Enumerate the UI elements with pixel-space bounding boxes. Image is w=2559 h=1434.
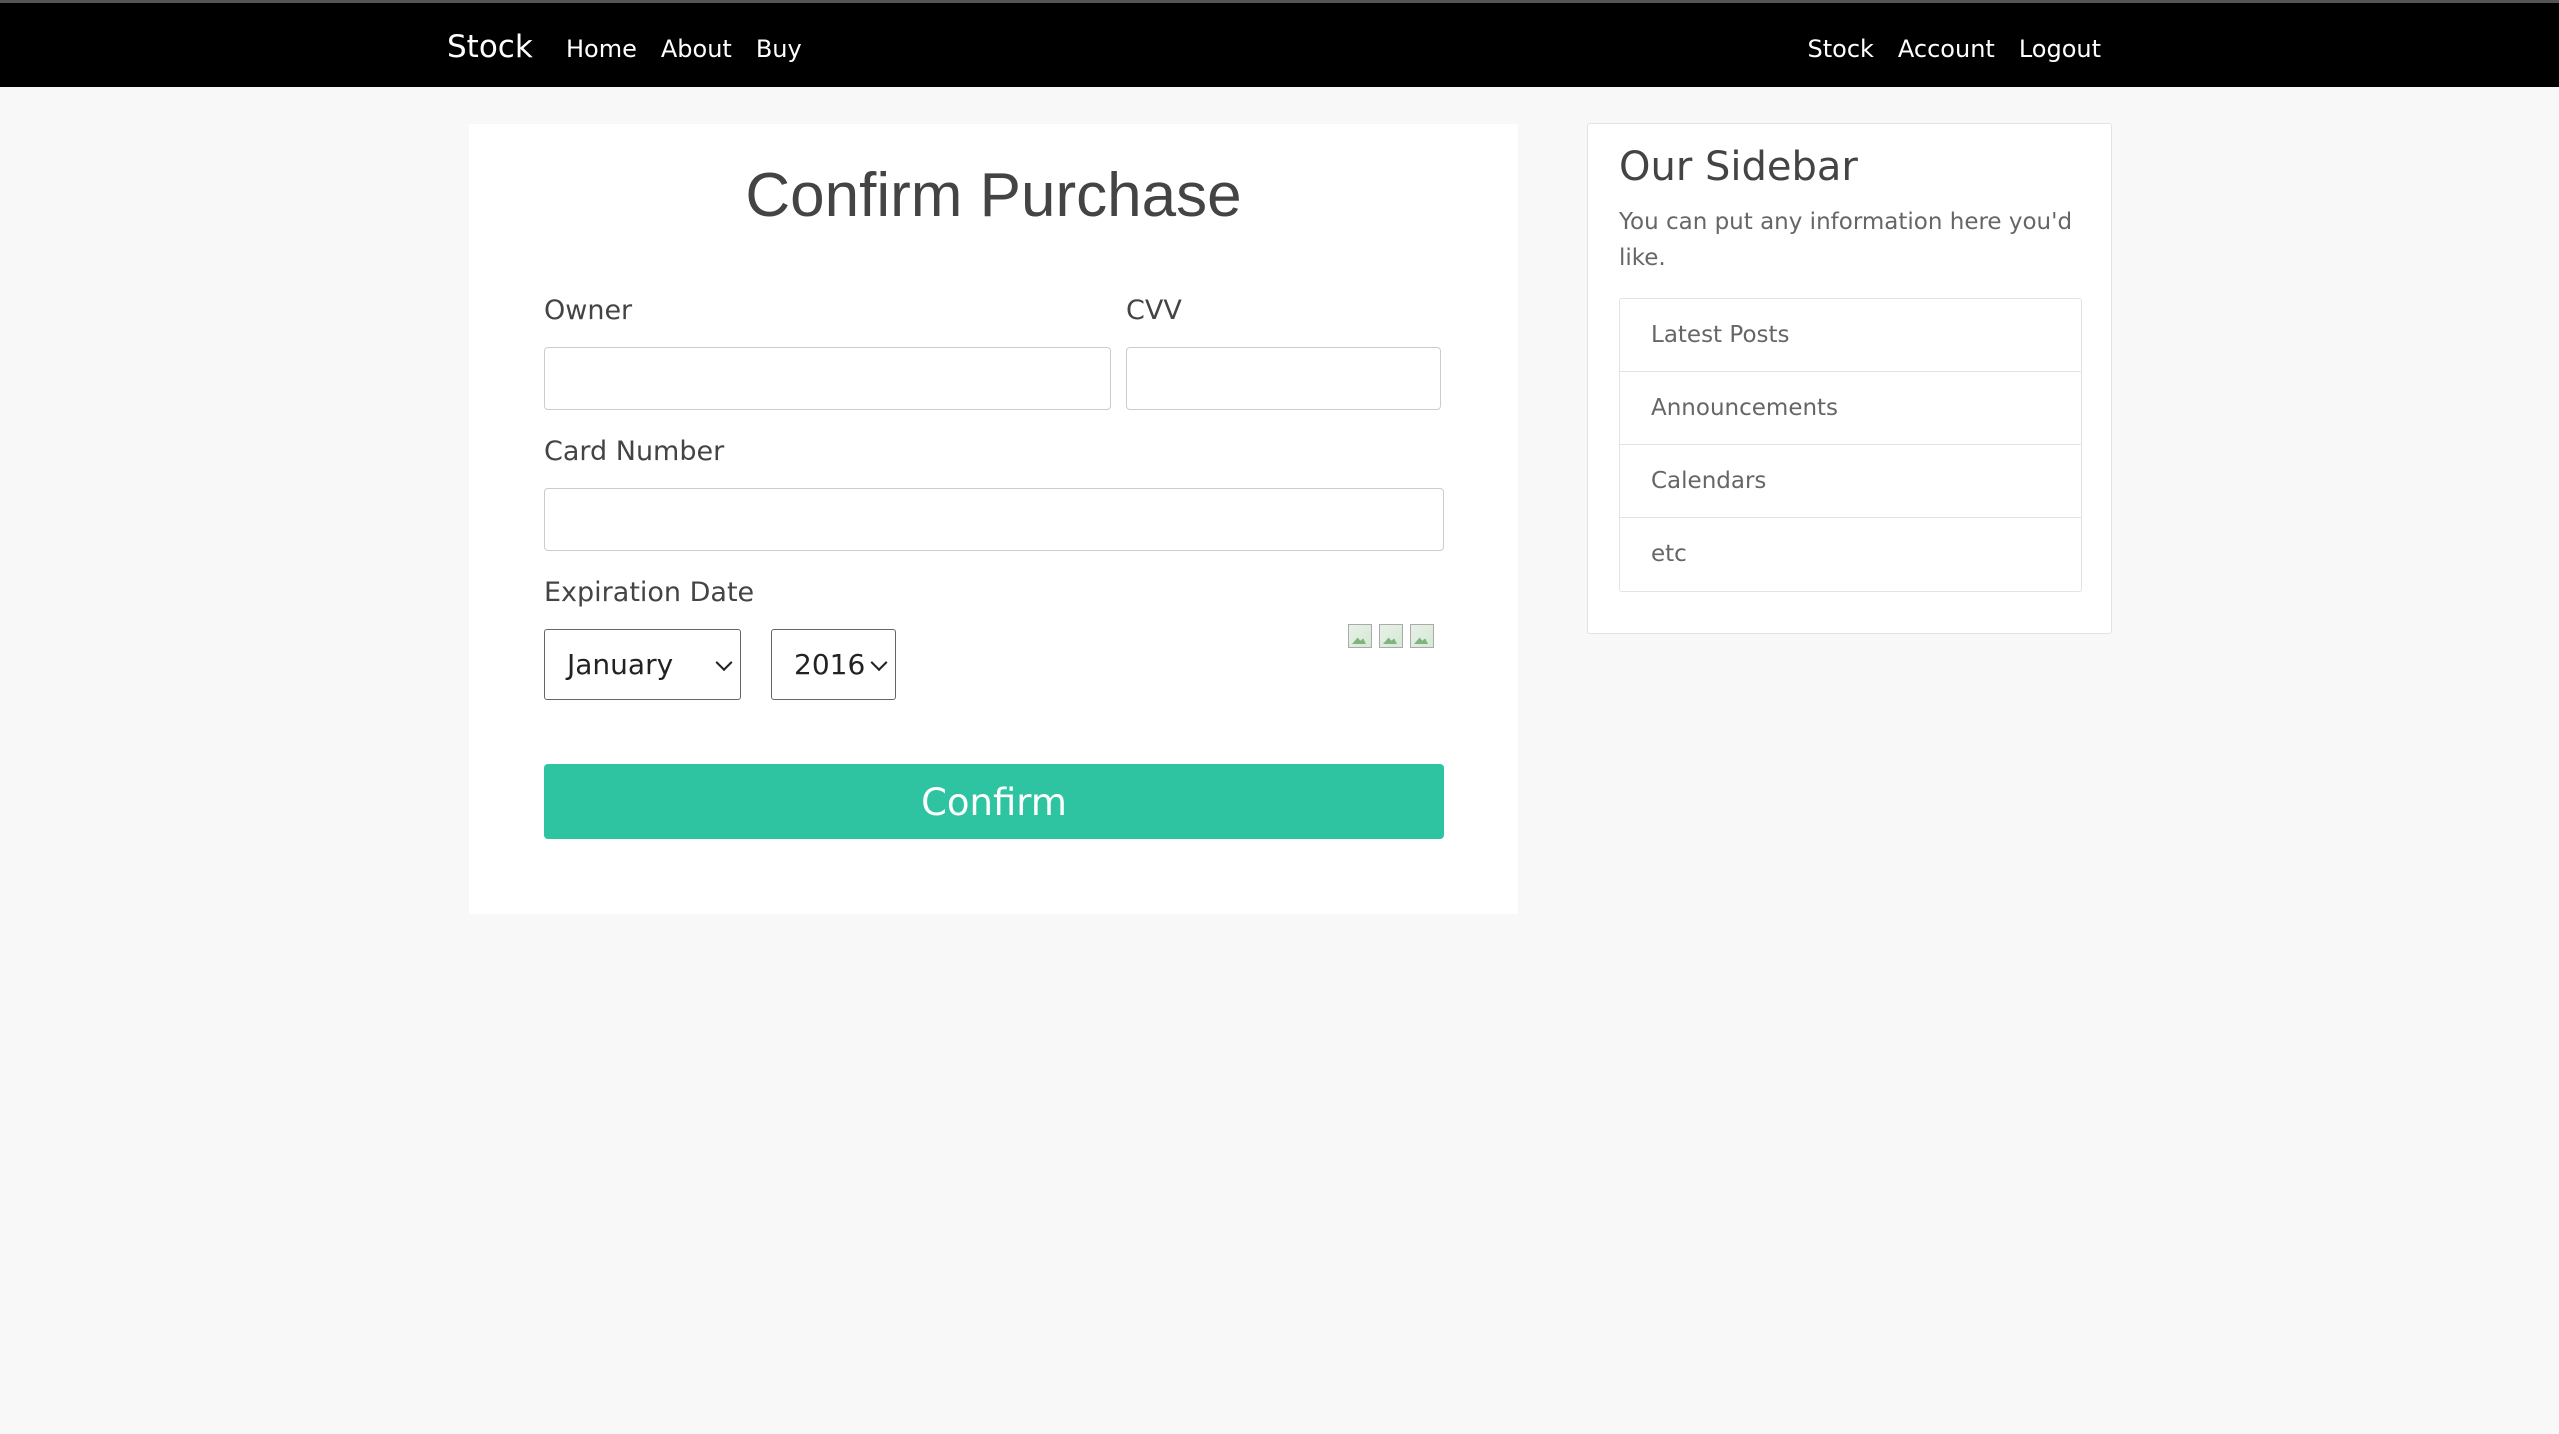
nav-link-about[interactable]: About bbox=[661, 33, 732, 65]
confirm-button[interactable]: Confirm bbox=[544, 764, 1444, 839]
top-navbar: Stock Home About Buy Stock Account Logou… bbox=[0, 0, 2559, 87]
nav-right-links: Stock Account Logout bbox=[1808, 33, 2102, 65]
page-title: Confirm Purchase bbox=[745, 161, 1242, 230]
sidebar-list: Latest Posts Announcements Calendars etc bbox=[1619, 298, 2082, 592]
card-brand-icons bbox=[1348, 624, 1434, 648]
sidebar-title: Our Sidebar bbox=[1619, 144, 1858, 190]
nav-link-stock[interactable]: Stock bbox=[1808, 33, 1874, 65]
expiration-month-value: January bbox=[567, 648, 674, 681]
brand-link[interactable]: Stock bbox=[447, 29, 533, 65]
sidebar-item-etc[interactable]: etc bbox=[1620, 518, 2081, 591]
sidebar-item-calendars[interactable]: Calendars bbox=[1620, 445, 2081, 518]
broken-image-icon bbox=[1379, 624, 1403, 648]
owner-input[interactable] bbox=[544, 347, 1111, 410]
cvv-input[interactable] bbox=[1126, 347, 1441, 410]
owner-label: Owner bbox=[544, 295, 633, 326]
nav-link-buy[interactable]: Buy bbox=[756, 33, 802, 65]
expiration-date-label: Expiration Date bbox=[544, 577, 755, 608]
card-number-label: Card Number bbox=[544, 436, 725, 467]
broken-image-icon bbox=[1410, 624, 1434, 648]
page: Stock Home About Buy Stock Account Logou… bbox=[0, 0, 2559, 1434]
purchase-form-card: Confirm Purchase Owner CVV Card Number E… bbox=[469, 124, 1518, 914]
sidebar-item-latest-posts[interactable]: Latest Posts bbox=[1620, 299, 2081, 372]
nav-link-home[interactable]: Home bbox=[566, 33, 637, 65]
chevron-down-icon bbox=[870, 653, 888, 671]
cvv-label: CVV bbox=[1126, 295, 1182, 326]
nav-link-logout[interactable]: Logout bbox=[2019, 33, 2101, 65]
nav-left-links: Home About Buy bbox=[566, 33, 802, 65]
broken-image-icon bbox=[1348, 624, 1372, 648]
nav-link-account[interactable]: Account bbox=[1898, 33, 1995, 65]
chevron-down-icon bbox=[715, 653, 733, 671]
sidebar-description: You can put any information here you'd l… bbox=[1619, 209, 2073, 271]
expiration-month-select[interactable]: January bbox=[544, 629, 741, 700]
expiration-year-value: 2016 bbox=[794, 648, 866, 681]
sidebar-item-announcements[interactable]: Announcements bbox=[1620, 372, 2081, 445]
expiration-year-select[interactable]: 2016 bbox=[771, 629, 896, 700]
card-number-input[interactable] bbox=[544, 488, 1444, 551]
sidebar: Our Sidebar You can put any information … bbox=[1587, 123, 2112, 634]
